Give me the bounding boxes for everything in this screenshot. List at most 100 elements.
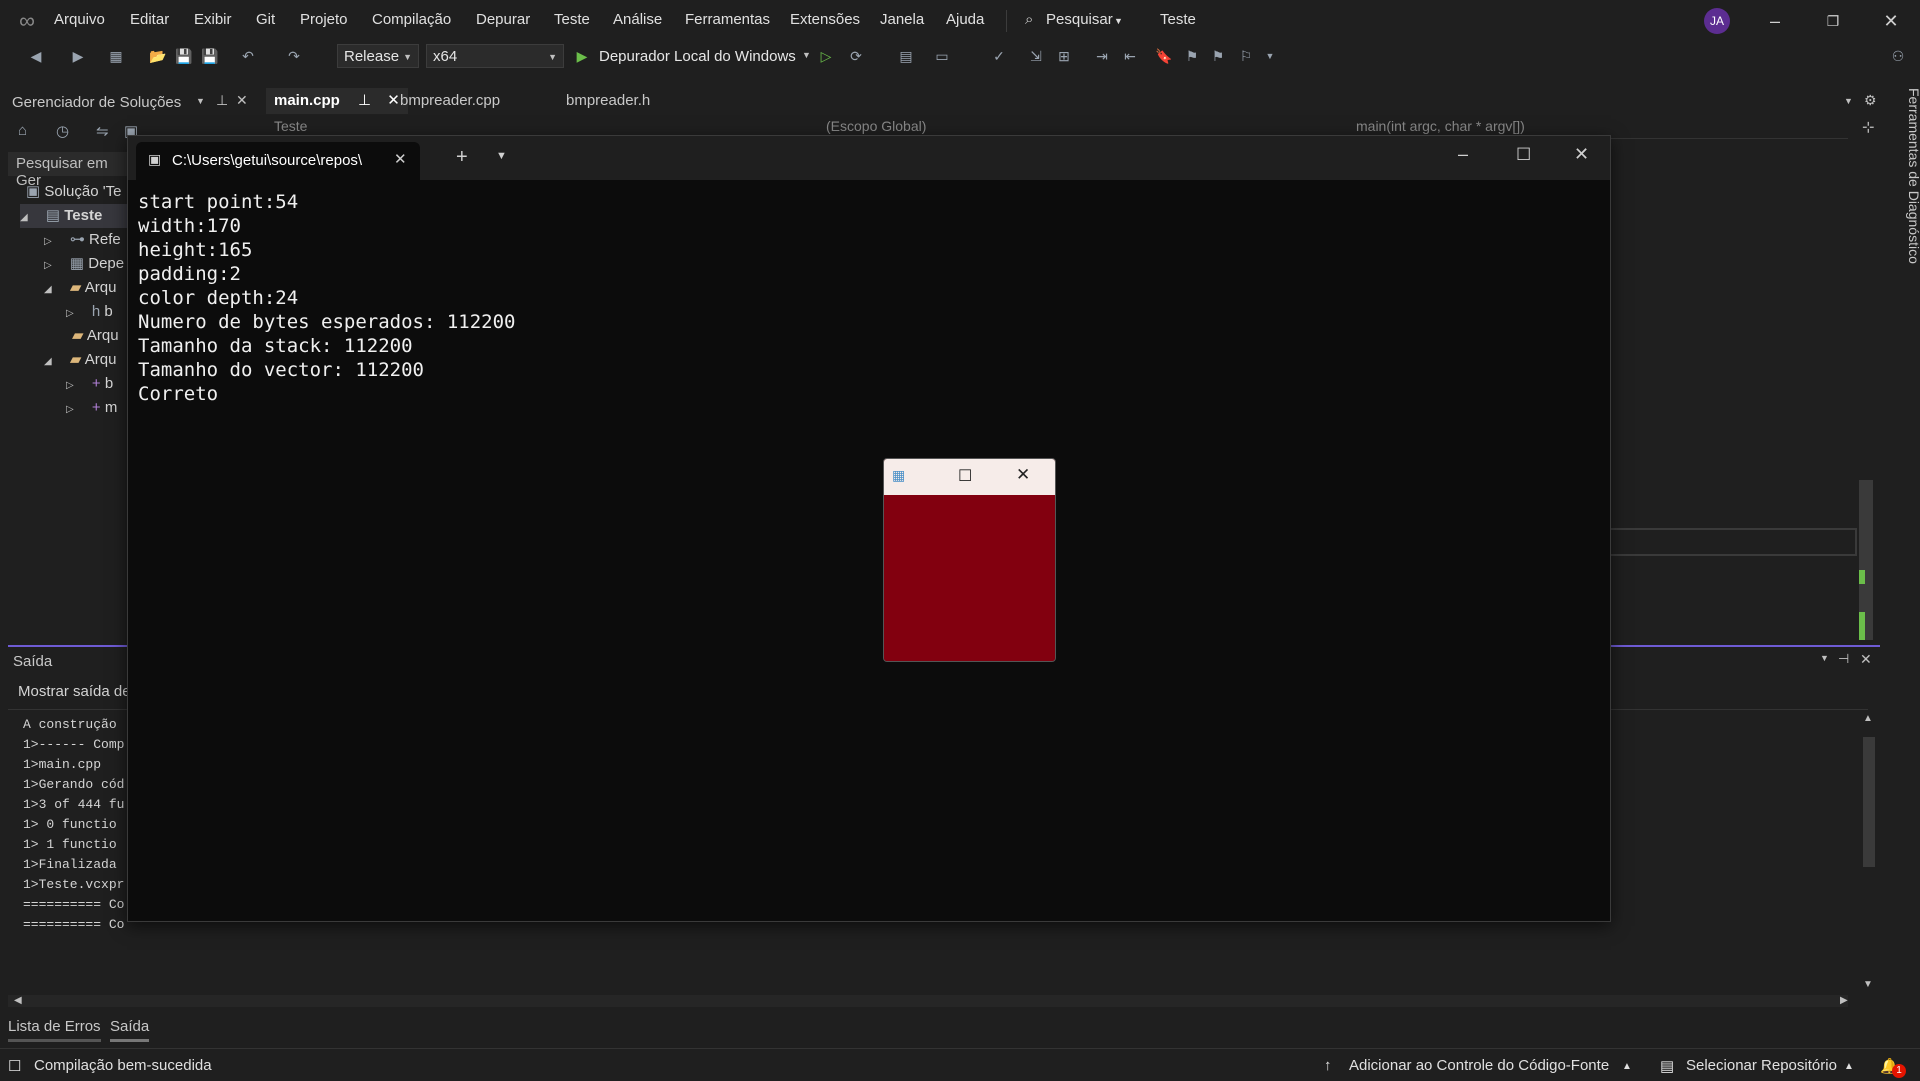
back-icon[interactable]: ◀ <box>26 46 46 66</box>
maximize-icon[interactable]: ☐ <box>958 466 972 486</box>
nav-project[interactable]: Teste <box>274 118 307 134</box>
scroll-left-icon[interactable]: ◀ <box>14 995 22 1006</box>
minimize-icon[interactable]: – <box>1760 8 1790 34</box>
find-box[interactable] <box>1609 528 1857 556</box>
history-icon[interactable]: ◷ <box>56 122 69 140</box>
terminal-tab[interactable]: ▣ C:\Users\getui\source\repos\ ✕ <box>136 142 420 180</box>
chevron-up-icon[interactable]: ▲ <box>1844 1061 1854 1072</box>
menu-compilacao[interactable]: Compilação <box>372 11 451 28</box>
menu-depurar[interactable]: Depurar <box>476 11 530 28</box>
toolbar-overflow-icon[interactable]: ▼ <box>1260 46 1280 66</box>
panel-dropdown-icon[interactable]: ▼ <box>1820 653 1829 663</box>
configuration-select[interactable]: Release ▼ <box>337 44 419 68</box>
scroll-down-icon[interactable]: ▼ <box>1863 979 1873 990</box>
menu-projeto[interactable]: Projeto <box>300 11 348 28</box>
live-share-icon[interactable]: ⚇ <box>1888 46 1908 66</box>
output-horizontal-scrollbar[interactable] <box>8 995 1848 1007</box>
menu-exibir[interactable]: Exibir <box>194 11 232 28</box>
format-icon[interactable]: ⊞ <box>1054 46 1074 66</box>
tree-item[interactable]: ▷ ⊶ Refe <box>44 228 121 252</box>
nav-scope[interactable]: (Escopo Global) <box>826 118 926 134</box>
bookmark-icon[interactable]: 🔖 <box>1154 46 1174 66</box>
start-debugging-button[interactable]: Depurador Local do Windows <box>599 48 796 65</box>
layout-icon[interactable]: ▭ <box>932 46 952 66</box>
pin-icon[interactable]: ⊥ <box>216 92 228 109</box>
menu-editar[interactable]: Editar <box>130 11 169 28</box>
new-tab-icon[interactable]: + <box>456 146 468 169</box>
search-icon[interactable]: ⌕ <box>1025 11 1033 28</box>
forward-icon[interactable]: ▶ <box>68 46 88 66</box>
close-icon[interactable]: ✕ <box>1574 144 1589 165</box>
search-dropdown-icon[interactable]: ▼ <box>1114 16 1123 26</box>
chevron-up-icon[interactable]: ▲ <box>1622 1061 1632 1072</box>
pin-icon[interactable]: ⊣ <box>1838 651 1849 667</box>
minimize-icon[interactable]: – <box>1458 144 1468 165</box>
spellcheck-icon[interactable]: ✓ <box>989 46 1009 66</box>
outdent-icon[interactable]: ⇤ <box>1120 46 1140 66</box>
sync-icon[interactable]: ⇋ <box>96 122 109 140</box>
tree-item[interactable]: ▷ + b <box>66 372 113 396</box>
menu-janela[interactable]: Janela <box>880 11 924 28</box>
hot-reload-icon[interactable]: ⟳ <box>846 46 866 66</box>
tree-item[interactable]: ▷ h b <box>66 300 113 324</box>
vs-icon[interactable]: ⌂ <box>18 122 27 139</box>
tree-item[interactable]: ◢ ▰ Arqu <box>44 276 116 300</box>
tab-main-cpp[interactable]: main.cpp ⊥ ✕ <box>266 88 408 114</box>
open-folder-icon[interactable]: 📂 <box>148 46 168 66</box>
menu-arquivo[interactable]: Arquivo <box>54 11 105 28</box>
close-icon[interactable]: ✕ <box>1016 465 1030 485</box>
panel-dropdown-icon[interactable]: ▼ <box>196 96 205 106</box>
close-tab-icon[interactable]: ✕ <box>394 150 407 168</box>
platform-select[interactable]: x64 ▼ <box>426 44 564 68</box>
pin-icon[interactable]: ⊥ <box>358 92 371 109</box>
tab-dropdown-icon[interactable]: ▼ <box>496 150 507 162</box>
select-repository-button[interactable]: Selecionar Repositório <box>1686 1057 1837 1074</box>
clear-bookmark-icon[interactable]: ⚐ <box>1236 46 1256 66</box>
menu-analise[interactable]: Análise <box>613 11 662 28</box>
tree-item[interactable]: ◢ ▰ Arqu <box>44 348 116 372</box>
prev-bookmark-icon[interactable]: ⚑ <box>1182 46 1202 66</box>
search-button[interactable]: Pesquisar <box>1046 11 1113 28</box>
maximize-icon[interactable]: ☐ <box>1516 145 1531 165</box>
menu-git[interactable]: Git <box>256 11 275 28</box>
add-to-source-control-button[interactable]: Adicionar ao Controle do Código-Fonte <box>1349 1057 1609 1074</box>
tree-item[interactable]: ▰ Arqu <box>72 324 119 348</box>
restore-icon[interactable]: ❐ <box>1818 8 1848 34</box>
close-panel-icon[interactable]: ✕ <box>236 92 248 109</box>
tab-bmpreader-h[interactable]: bmpreader.h <box>558 88 658 114</box>
scroll-right-icon[interactable]: ▶ <box>1840 995 1848 1006</box>
scroll-up-icon[interactable]: ▲ <box>1863 713 1873 724</box>
solution-explorer-icon[interactable]: ▤ <box>896 46 916 66</box>
tree-item[interactable]: ▷ ▦ Depe <box>44 252 124 276</box>
redo-icon[interactable]: ↷ <box>284 46 304 66</box>
start-debugging-icon[interactable]: ▶ <box>572 46 592 66</box>
menu-teste[interactable]: Teste <box>554 11 590 28</box>
save-all-icon[interactable]: 💾 <box>200 46 220 66</box>
save-icon[interactable]: 💾 <box>174 46 194 66</box>
tab-output[interactable]: Saída <box>110 1018 150 1042</box>
solution-search-input[interactable]: Pesquisar em Ger <box>8 152 128 189</box>
next-bookmark-icon[interactable]: ⚑ <box>1208 46 1228 66</box>
start-without-debugging-icon[interactable]: ▷ <box>816 46 836 66</box>
new-project-icon[interactable]: ▦ <box>106 46 126 66</box>
menu-extensoes[interactable]: Extensões <box>790 11 860 28</box>
tab-list-dropdown-icon[interactable]: ▼ <box>1844 96 1853 106</box>
avatar[interactable]: JA <box>1704 8 1730 34</box>
menu-ferramentas[interactable]: Ferramentas <box>685 11 770 28</box>
diagnostic-tools-tab[interactable]: Ferramentas de Diagnóstico <box>1898 88 1920 308</box>
bitmap-preview-window[interactable]: ▦ ☐ ✕ <box>883 458 1056 662</box>
tree-item[interactable]: ▷ + m <box>66 396 117 420</box>
indent-icon[interactable]: ⇥ <box>1092 46 1112 66</box>
debugger-dropdown-icon[interactable]: ▼ <box>802 50 811 60</box>
close-panel-icon[interactable]: ✕ <box>1860 651 1872 668</box>
terminal-window[interactable]: ▣ C:\Users\getui\source\repos\ ✕ + ▼ – ☐… <box>127 135 1611 922</box>
close-icon[interactable]: ✕ <box>1876 8 1906 34</box>
step-icon[interactable]: ⇲ <box>1026 46 1046 66</box>
settings-gear-icon[interactable]: ⚙ <box>1864 92 1877 109</box>
tree-project-node[interactable]: ◢ ▤ Teste <box>20 204 128 228</box>
undo-icon[interactable]: ↶ <box>238 46 258 66</box>
tree-solution-node[interactable]: ▣ Solução 'Te <box>26 180 121 204</box>
nav-function[interactable]: main(int argc, char * argv[]) <box>1356 118 1525 134</box>
tab-error-list[interactable]: Lista de Erros <box>8 1018 101 1042</box>
menu-ajuda[interactable]: Ajuda <box>946 11 984 28</box>
